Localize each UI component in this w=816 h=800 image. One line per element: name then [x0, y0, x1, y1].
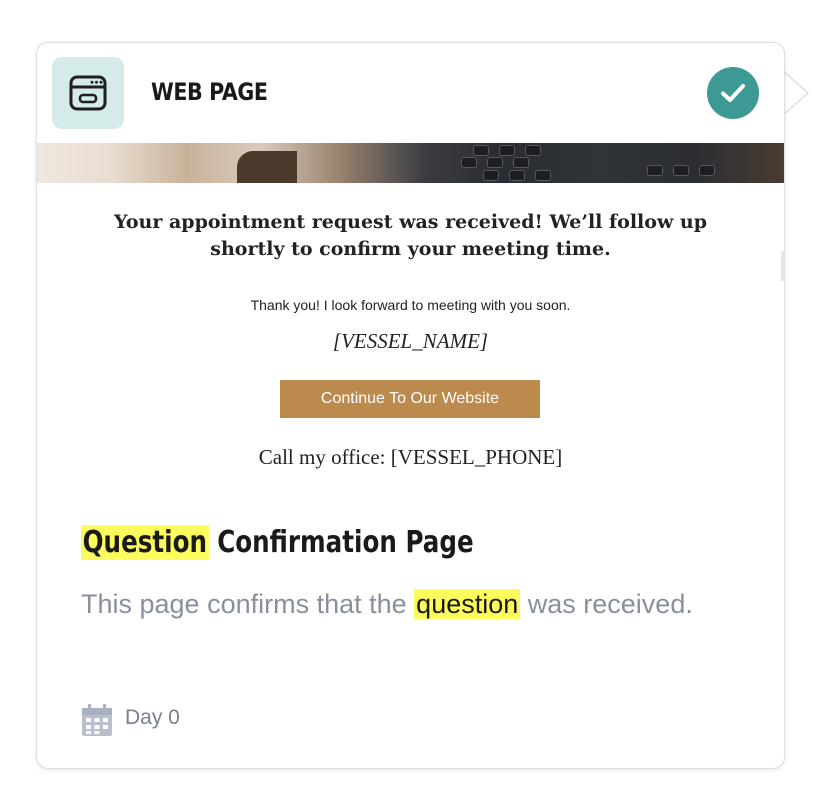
preview-scrollbar[interactable]	[781, 251, 784, 281]
description-highlight: question	[414, 589, 521, 619]
card-type-title: WEB PAGE	[151, 78, 268, 106]
page-preview[interactable]: Your appointment request was received! W…	[37, 143, 784, 496]
vessel-name: [VESSEL_NAME]	[332, 329, 489, 353]
check-icon	[707, 67, 759, 119]
card-title: Question Confirmation Page	[81, 521, 474, 565]
day-label: Day 0	[125, 706, 180, 729]
web-page-card[interactable]: WEB PAGE Your appointment request was re…	[36, 42, 785, 769]
browser-window-icon	[52, 57, 124, 129]
call-office-text: Call my office: [VESSEL_PHONE]	[258, 445, 563, 469]
card-header: WEB PAGE	[37, 43, 784, 143]
thanks-text: Thank you! I look forward to meeting wit…	[250, 297, 571, 313]
description-after: was received.	[520, 589, 693, 619]
card-connector-arrow-fill	[782, 71, 807, 115]
description-before: This page confirms that the	[81, 589, 415, 619]
desk-phone-photo	[37, 143, 784, 183]
calendar-icon	[82, 704, 112, 736]
continue-to-website-button[interactable]: Continue To Our Website	[280, 380, 540, 418]
card-description: This page confirms that the question was…	[81, 586, 693, 622]
title-highlight: Question	[81, 525, 209, 560]
title-rest: Confirmation Page	[208, 525, 474, 560]
confirmation-heading: Your appointment request was received! W…	[113, 211, 708, 260]
